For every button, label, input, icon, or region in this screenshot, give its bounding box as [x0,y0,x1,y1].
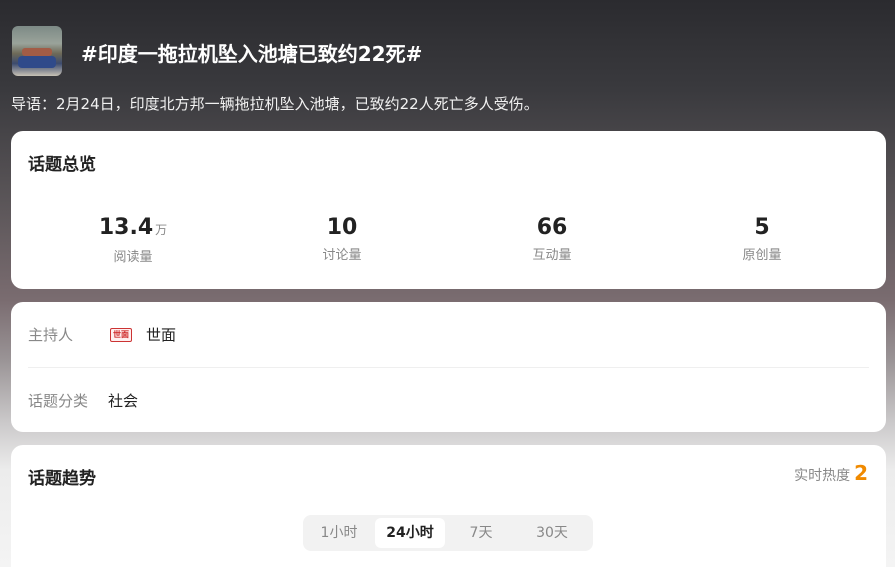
overview-stats: 13.4 万 阅读量 10 讨论量 66 互动量 5 原创量 [11,215,886,265]
topic-header: #印度一拖拉机坠入池塘已致约22死# [12,26,883,78]
host-name[interactable]: 世面 [146,319,176,351]
topic-thumbnail[interactable] [12,26,62,76]
stat-original-label: 原创量 [742,248,782,263]
stat-original-value: 5 [754,215,770,240]
overview-card: 话题总览 13.4 万 阅读量 10 讨论量 66 互动量 5 原创量 [11,131,886,289]
tab-24h[interactable]: 24小时 [375,518,445,548]
time-range-tabs: 1小时 24小时 7天 30天 [303,515,593,551]
stat-discussion: 10 讨论量 [267,215,417,263]
info-card: 主持人 世面 世面 话题分类 社会 [11,302,886,432]
host-row: 主持人 世面 世面 [28,319,869,351]
heat-value: 2 [854,461,868,485]
stat-discussion-value: 10 [326,215,358,240]
stat-interaction-label: 互动量 [532,248,572,263]
stat-original: 5 原创量 [687,215,837,263]
stat-discussion-label: 讨论量 [322,248,362,263]
stat-read-unit: 万 [155,223,168,237]
overview-title: 话题总览 [28,155,96,175]
stat-interaction-value: 66 [536,215,568,240]
tab-30d[interactable]: 30天 [517,518,587,548]
stat-read: 13.4 万 阅读量 [58,215,208,265]
host-label: 主持人 [28,326,74,344]
thumbnail-detail [22,48,52,56]
topic-title: #印度一拖拉机坠入池塘已致约22死# [81,42,423,66]
trend-title: 话题趋势 [28,469,96,489]
category-label: 话题分类 [28,392,89,410]
realtime-heat: 实时热度 2 [794,461,868,485]
stat-read-value: 13.4 万 [98,215,168,240]
tab-7d[interactable]: 7天 [451,518,511,548]
topic-lead: 导语：2月24日，印度北方邦一辆拖拉机坠入池塘，已致约22人死亡多人受伤。 [11,95,539,113]
stat-read-label: 阅读量 [113,250,153,265]
thumbnail-detail [18,56,56,68]
stat-interaction: 66 互动量 [477,215,627,263]
category-value[interactable]: 社会 [108,385,138,417]
heat-label: 实时热度 [794,468,851,484]
category-row: 话题分类 社会 [28,385,869,417]
trend-card: 话题趋势 实时热度 2 1小时 24小时 7天 30天 [11,445,886,567]
tab-1h[interactable]: 1小时 [309,518,369,548]
host-logo-icon[interactable]: 世面 [110,328,132,342]
divider [28,367,869,368]
